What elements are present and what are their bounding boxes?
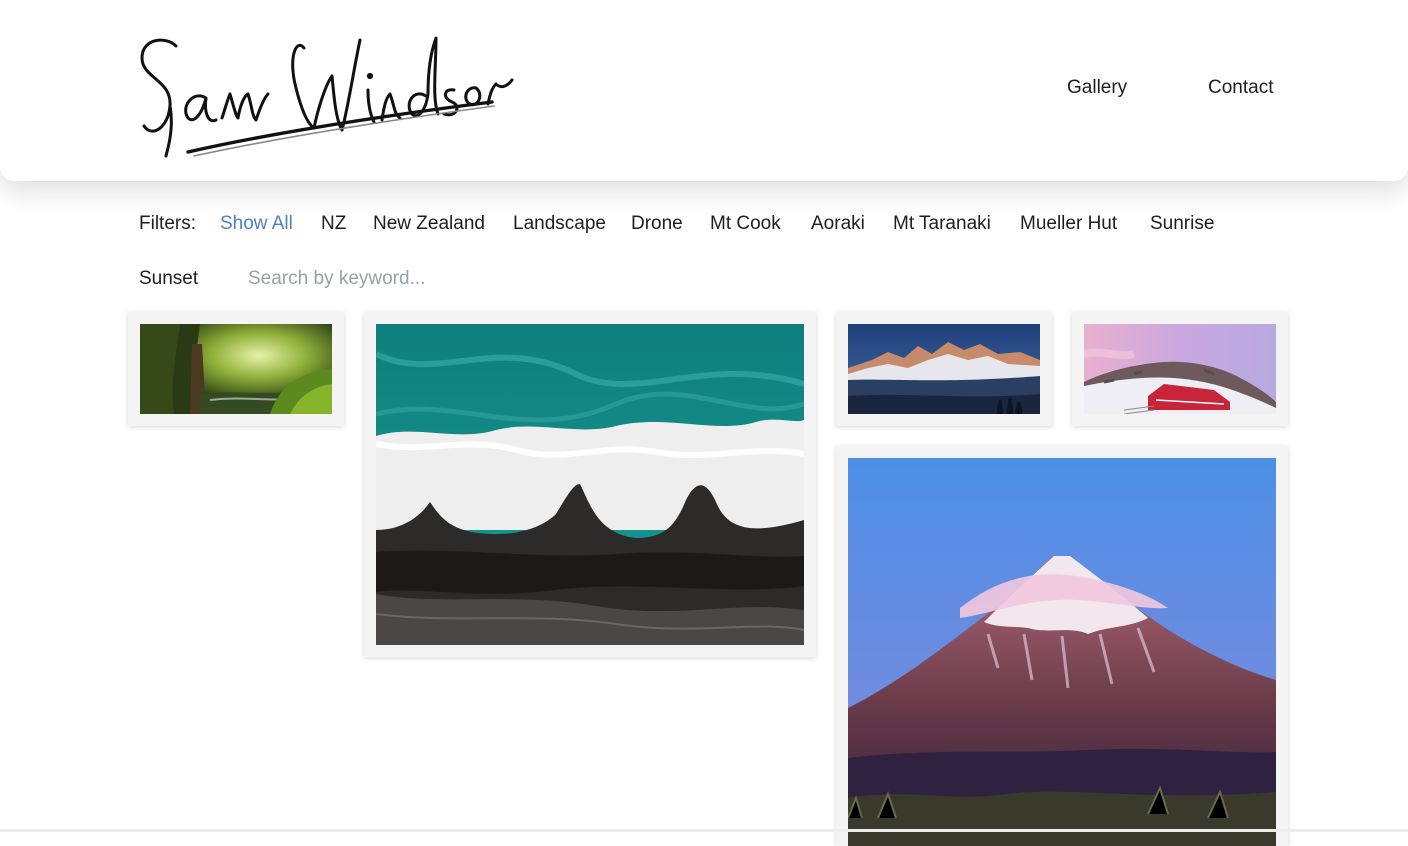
photo-card-volcano[interactable] [836,446,1288,846]
filter-mt-cook[interactable]: Mt Cook [710,212,781,236]
taranaki-volcano-photo [848,458,1276,846]
photo-card-hut[interactable] [1072,312,1288,426]
filter-sunrise[interactable]: Sunrise [1150,212,1214,236]
photo-card-waves[interactable] [364,312,816,657]
mueller-hut-photo [1084,324,1276,414]
filter-sunset[interactable]: Sunset [139,267,198,291]
search-input[interactable] [246,264,550,294]
filters-label: Filters: [139,213,196,234]
aerial-waves-photo [376,324,804,645]
filter-nz[interactable]: NZ [321,212,346,236]
signature-logo[interactable] [136,28,520,164]
photo-card-forest[interactable] [128,312,344,426]
filter-landscape[interactable]: Landscape [513,212,606,236]
nav-gallery-link[interactable]: Gallery [1067,76,1127,100]
mountain-range-photo [848,324,1040,414]
filter-drone[interactable]: Drone [631,212,683,236]
forest-stream-photo [140,324,332,414]
nav-contact-link[interactable]: Contact [1208,76,1273,100]
filter-aoraki[interactable]: Aoraki [811,212,865,236]
filter-mt-taranaki[interactable]: Mt Taranaki [893,212,991,236]
filter-bar: Filters: Show All NZ New Zealand Landsca… [0,200,1408,300]
filter-show-all[interactable]: Show All [220,212,293,236]
site-header: Gallery Contact [0,0,1408,181]
photo-card-mountain-range[interactable] [836,312,1052,426]
filter-new-zealand[interactable]: New Zealand [373,212,485,236]
filter-mueller-hut[interactable]: Mueller Hut [1020,212,1117,236]
